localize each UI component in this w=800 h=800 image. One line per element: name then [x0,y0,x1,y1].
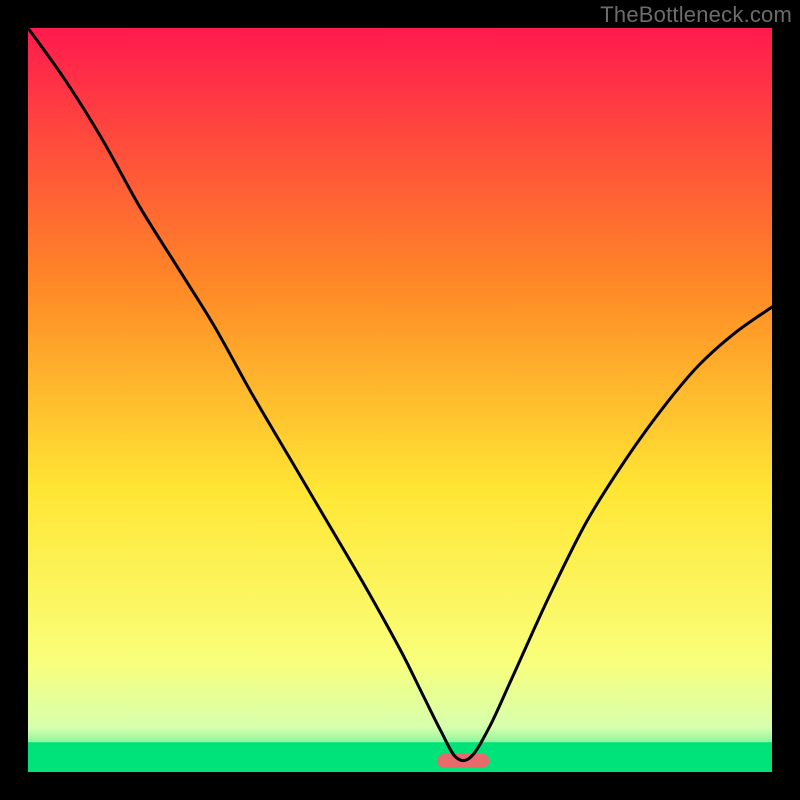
green-band [28,742,772,772]
bottleneck-chart [28,28,772,772]
gradient-background [28,28,772,772]
plot-area [28,28,772,772]
chart-frame: TheBottleneck.com [0,0,800,800]
watermark-label: TheBottleneck.com [600,2,792,28]
